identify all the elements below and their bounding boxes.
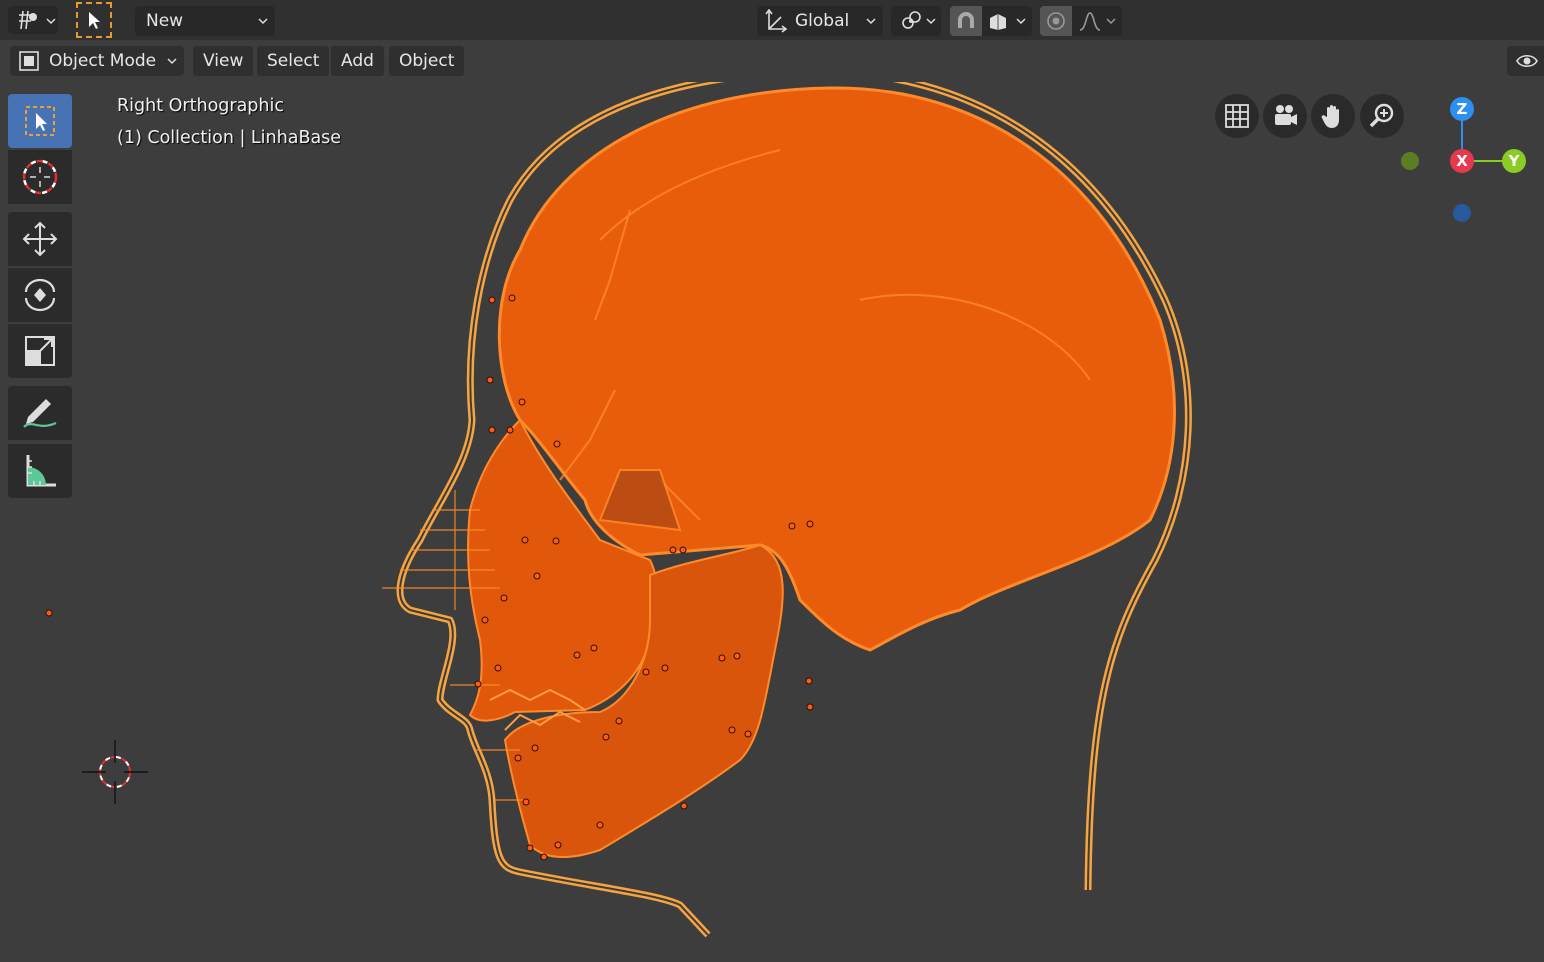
pan-view-button[interactable] bbox=[1311, 94, 1355, 138]
collection-info-label: (1) Collection | LinhaBase bbox=[117, 128, 342, 148]
mode-label: Object Mode bbox=[49, 51, 157, 71]
pivot-point-dropdown[interactable] bbox=[891, 6, 941, 36]
chevron-down-icon bbox=[1016, 18, 1026, 25]
move-icon bbox=[22, 221, 58, 257]
tool-rotate[interactable] bbox=[8, 268, 72, 322]
grid-icon bbox=[1225, 104, 1249, 128]
pivot-icon bbox=[902, 11, 921, 29]
select-box-icon bbox=[89, 12, 100, 29]
snap-toggle[interactable] bbox=[950, 6, 982, 36]
falloff-curve-icon bbox=[1079, 12, 1101, 31]
rotate-icon bbox=[24, 278, 56, 312]
cursor-icon bbox=[22, 159, 58, 195]
snap-target-dropdown[interactable] bbox=[982, 6, 1032, 36]
menu-add[interactable]: Add bbox=[331, 46, 384, 76]
chevron-down-icon bbox=[926, 18, 936, 25]
gizmo-x-axis[interactable]: X bbox=[1450, 149, 1474, 173]
snap-increment-icon bbox=[990, 14, 1006, 30]
view3d-icon bbox=[19, 10, 37, 30]
transform-orientation-dropdown[interactable]: Global bbox=[757, 6, 883, 36]
mode-dropdown[interactable]: Object Mode bbox=[10, 46, 184, 76]
proportional-falloff-dropdown[interactable] bbox=[1072, 6, 1122, 36]
3d-cursor-icon bbox=[82, 740, 148, 804]
proportional-edit-toggle[interactable] bbox=[1040, 6, 1072, 36]
chevron-down-icon bbox=[258, 18, 268, 25]
orientation-icon bbox=[765, 9, 788, 33]
visibility-dropdown[interactable] bbox=[1507, 46, 1544, 76]
select-mode-button[interactable] bbox=[76, 2, 112, 38]
tool-cursor[interactable] bbox=[8, 150, 72, 204]
new-button[interactable]: New bbox=[135, 6, 275, 36]
toggle-ortho-button[interactable] bbox=[1215, 94, 1259, 138]
tool-scale[interactable] bbox=[8, 324, 72, 378]
select-box-icon bbox=[25, 106, 55, 136]
orientation-label: Global bbox=[795, 11, 850, 31]
top-header-bar: New Global bbox=[0, 0, 1544, 40]
chevron-down-icon bbox=[46, 18, 56, 25]
menu-object[interactable]: Object bbox=[389, 46, 465, 76]
menu-select[interactable]: Select bbox=[257, 46, 330, 76]
chevron-down-icon bbox=[866, 18, 876, 25]
snap-magnet-icon bbox=[958, 12, 974, 28]
scale-icon bbox=[25, 336, 55, 366]
hand-icon bbox=[1321, 104, 1339, 128]
chevron-down-icon bbox=[1106, 18, 1116, 25]
proportional-edit-icon bbox=[1047, 12, 1065, 30]
tool-select-box[interactable] bbox=[8, 94, 72, 148]
measure-icon bbox=[26, 455, 56, 487]
editor-type-button[interactable] bbox=[8, 6, 58, 34]
tool-annotate[interactable] bbox=[8, 386, 72, 440]
new-label: New bbox=[146, 11, 184, 31]
menu-view[interactable]: View bbox=[193, 46, 254, 76]
gizmo-z-axis[interactable]: Z bbox=[1450, 97, 1474, 121]
camera-view-button[interactable] bbox=[1263, 94, 1307, 138]
viewport-canvas[interactable] bbox=[0, 82, 1544, 962]
gizmo-y-axis[interactable]: Y bbox=[1502, 149, 1526, 173]
camera-icon bbox=[1275, 105, 1297, 125]
zoom-icon bbox=[1369, 103, 1394, 128]
eye-icon bbox=[1516, 54, 1538, 68]
annotate-icon bbox=[23, 399, 57, 428]
tool-measure[interactable] bbox=[8, 444, 72, 498]
object-mode-icon bbox=[19, 51, 39, 71]
gizmo-neg-z-icon[interactable] bbox=[1453, 204, 1471, 222]
gizmo-neg-y-icon[interactable] bbox=[1401, 152, 1419, 170]
tool-move[interactable] bbox=[8, 212, 72, 266]
view-name-label: Right Orthographic bbox=[117, 96, 284, 116]
chevron-down-icon bbox=[167, 58, 177, 65]
